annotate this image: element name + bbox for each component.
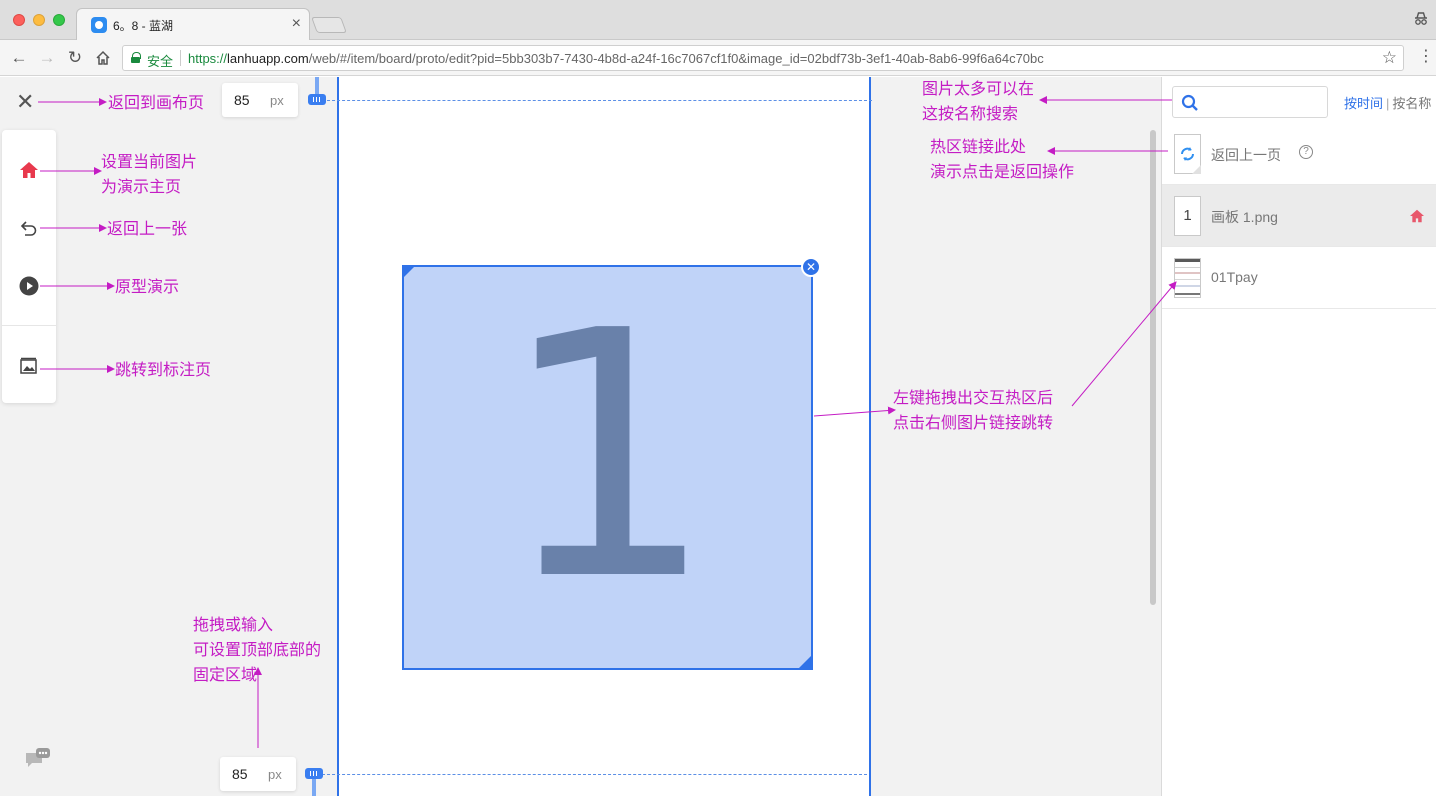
thumbnail-number: 1 [1183, 207, 1192, 224]
sort-by-name[interactable]: 按名称 [1392, 96, 1431, 111]
fixed-bottom-rail [312, 779, 316, 796]
fixed-bottom-input[interactable]: 85 px [220, 757, 296, 791]
secure-label: 安全 [147, 54, 174, 69]
return-arrows-icon [1181, 147, 1194, 161]
list-item-artboard[interactable]: 1 画板 1.png [1162, 185, 1436, 247]
window-close-button[interactable] [13, 14, 25, 26]
tool-separator [2, 325, 56, 326]
browser-menu-icon[interactable]: ⋮ [1418, 46, 1434, 66]
back-page-thumbnail [1174, 134, 1201, 174]
list-item-back-page[interactable]: 返回上一页 ? [1162, 123, 1436, 185]
address-bar[interactable]: 安全 https://lanhuapp.com/web/#/item/board… [122, 45, 1404, 71]
sort-divider: | [1386, 96, 1390, 111]
window-minimize-button[interactable] [33, 14, 45, 26]
annotation-search-tip: 图片太多可以在 这按名称搜索 [922, 76, 1034, 126]
browser-titlebar: 6。8 - 蓝湖 × [0, 0, 1436, 40]
list-item-label: 返回上一页 [1211, 147, 1281, 163]
reload-icon[interactable]: ↻ [63, 46, 87, 70]
home-page-icon[interactable] [91, 46, 115, 70]
bookmark-star-icon[interactable]: ☆ [1382, 48, 1397, 68]
home-badge-icon [1410, 209, 1424, 223]
list-item-label: 画板 1.png [1211, 209, 1278, 225]
help-icon[interactable]: ? [1299, 145, 1313, 159]
annotation-page-button[interactable] [2, 346, 56, 386]
annotation-line: 这按名称搜索 [922, 104, 1019, 123]
image-list-panel: 按时间 | 按名称 返回上一页 ? 1 画板 1.png 01Tpay [1161, 77, 1436, 796]
annotation-line: 演示点击是返回操作 [930, 162, 1075, 181]
annotation-prototype-demo: 原型演示 [115, 277, 180, 296]
annotation-back-to-canvas: 返回到画布页 [108, 93, 205, 112]
sort-by-time[interactable]: 按时间 [1344, 96, 1383, 111]
search-input[interactable] [1172, 86, 1328, 118]
annotation-fixed-area: 拖拽或输入 可设置顶部底部的 固定区域 [193, 612, 321, 687]
set-home-button[interactable] [2, 150, 56, 190]
annotation-hot-link: 热区链接此处 演示点击是返回操作 [930, 134, 1074, 184]
browser-tab[interactable]: 6。8 - 蓝湖 × [76, 8, 310, 40]
window-zoom-button[interactable] [53, 14, 65, 26]
back-icon[interactable]: ← [7, 46, 31, 70]
annotation-line: 左键拖拽出交互热区后 [893, 388, 1054, 407]
fixed-top-guide [322, 100, 872, 101]
list-item-label: 01Tpay [1211, 269, 1258, 285]
fixed-bottom-unit: px [268, 767, 282, 782]
annotation-line: 固定区域 [193, 665, 258, 684]
annotation-hotspot-tip: 左键拖拽出交互热区后 点击右侧图片链接跳转 [893, 385, 1053, 435]
home-icon [20, 162, 38, 178]
tool-sidebar [2, 130, 56, 403]
url-separator [180, 50, 181, 66]
pay-thumbnail [1174, 258, 1201, 298]
canvas-scrollbar[interactable] [1150, 130, 1156, 605]
browser-toolbar: ← → ↻ 安全 https://lanhuapp.com/web/#/item… [0, 40, 1436, 76]
annotation-line: 可设置顶部底部的 [193, 640, 322, 659]
fixed-top-rail [315, 77, 319, 95]
annotation-line: 拖拽或输入 [193, 615, 274, 634]
annotation-line: 为演示主页 [101, 177, 182, 196]
fixed-top-unit: px [270, 93, 284, 108]
fixed-bottom-value[interactable]: 85 [232, 766, 248, 782]
url-text[interactable]: https://lanhuapp.com/web/#/item/board/pr… [188, 51, 1044, 66]
new-tab-button[interactable] [311, 17, 347, 33]
annotation-set-home: 设置当前图片 为演示主页 [101, 149, 197, 199]
fixed-top-drag-handle[interactable] [308, 94, 326, 105]
tab-title: 6。8 - 蓝湖 [113, 19, 174, 33]
prototype-play-button[interactable] [2, 266, 56, 306]
annotation-page-icon [20, 357, 37, 374]
back-one-button[interactable] [2, 208, 56, 248]
search-icon [1181, 94, 1198, 111]
annotation-line: 设置当前图片 [101, 152, 198, 171]
fixed-top-input[interactable]: 85 px [222, 83, 298, 117]
annotation-line: 点击右侧图片链接跳转 [893, 413, 1054, 432]
play-icon [19, 276, 39, 296]
hotspot-resize-handle[interactable] [799, 656, 811, 668]
close-icon[interactable]: ✕ [16, 91, 34, 113]
artboard-thumbnail: 1 [1174, 196, 1201, 236]
chat-icon[interactable] [24, 747, 52, 772]
fixed-bottom-drag-handle[interactable] [305, 768, 323, 779]
hotspot-corner-marker [404, 267, 414, 277]
list-item-pay[interactable]: 01Tpay [1162, 247, 1436, 309]
incognito-icon [1412, 10, 1430, 28]
undo-icon [20, 221, 37, 236]
annotation-back-one: 返回上一张 [107, 219, 188, 238]
fixed-top-value[interactable]: 85 [234, 92, 250, 108]
hotspot-label: 1 [499, 259, 716, 655]
annotation-line: 图片太多可以在 [922, 79, 1035, 98]
forward-icon[interactable]: → [35, 46, 59, 70]
hotspot-delete-icon[interactable]: ✕ [801, 257, 821, 277]
lock-icon [131, 52, 141, 63]
annotation-line: 热区链接此处 [930, 137, 1027, 156]
annotation-jump-to-annotation: 跳转到标注页 [115, 360, 212, 379]
sort-options: 按时间 | 按名称 [1344, 93, 1431, 112]
fixed-bottom-guide [322, 774, 867, 775]
hotspot-area[interactable]: 1 [402, 265, 813, 670]
lanhu-favicon-icon [91, 17, 107, 33]
tab-close-icon[interactable]: × [292, 15, 301, 33]
